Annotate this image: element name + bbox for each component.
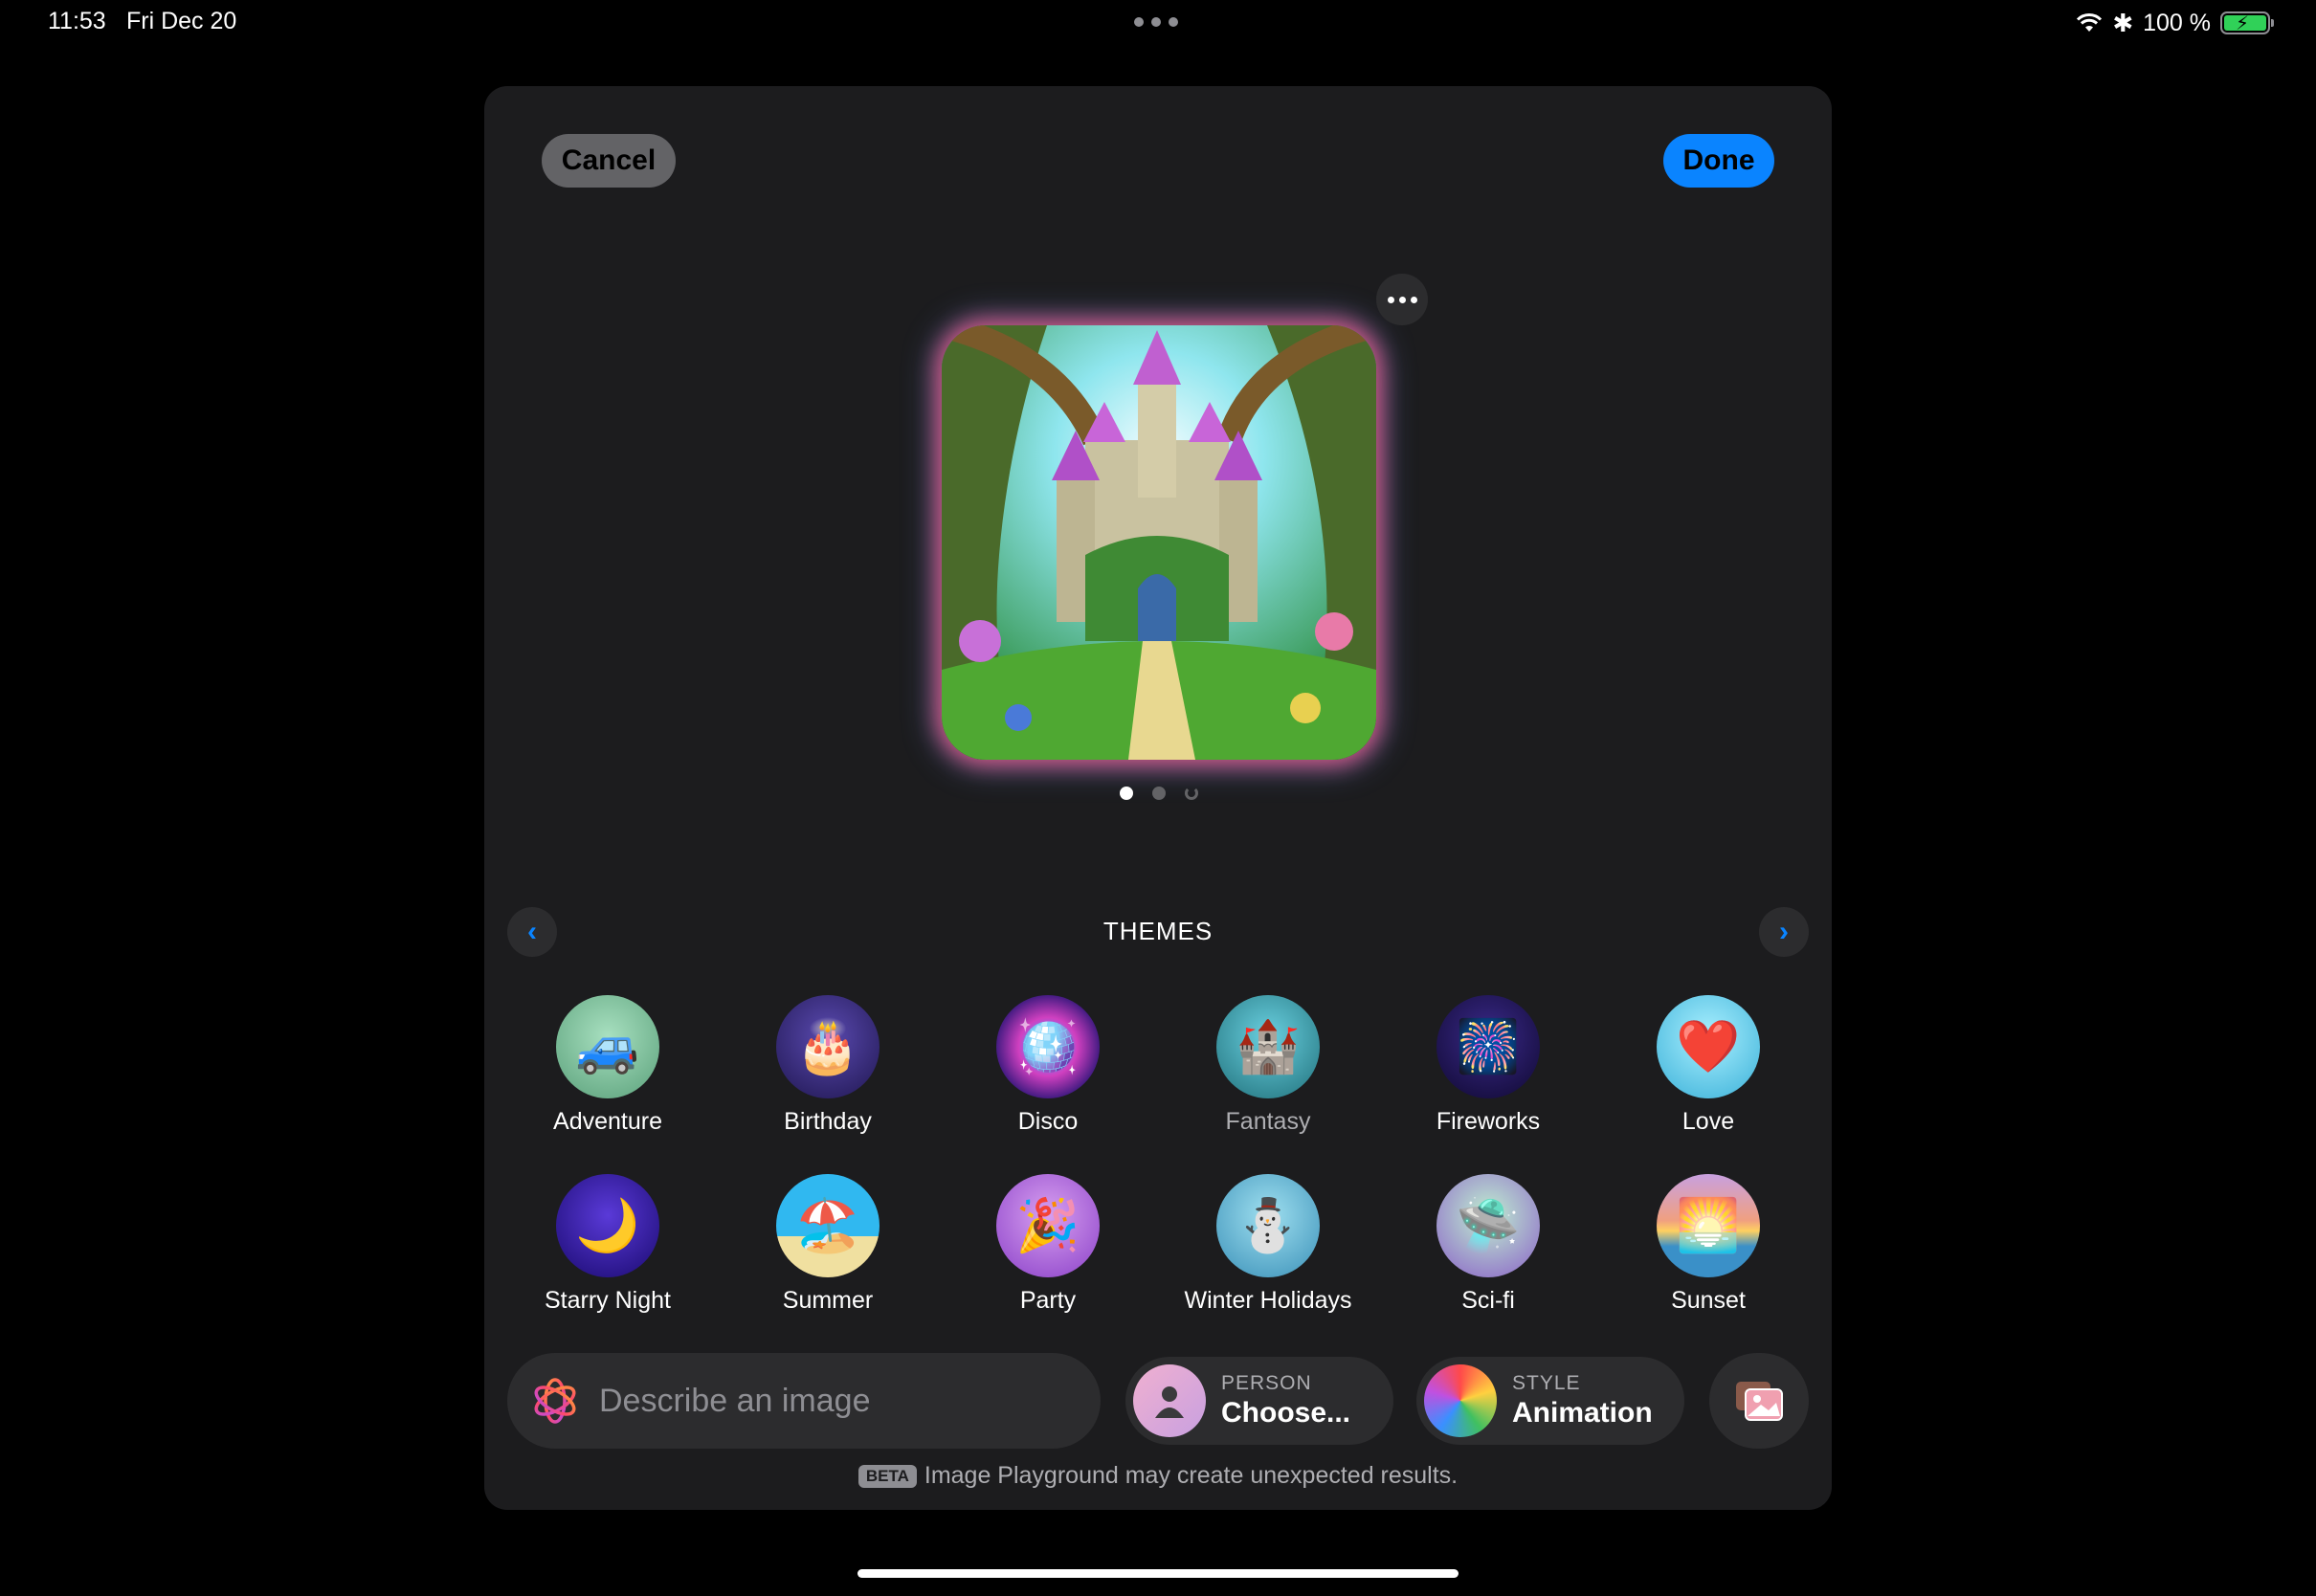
status-indicators: ✱ 100 % ⚡: [2076, 8, 2274, 38]
disclaimer-text: Image Playground may create unexpected r…: [924, 1462, 1459, 1489]
more-options-button[interactable]: [1376, 274, 1428, 325]
disco-ball-icon: 🪩: [996, 995, 1100, 1098]
person-value: Choose...: [1221, 1397, 1351, 1429]
theme-label: Starry Night: [545, 1287, 671, 1314]
describe-image-input[interactable]: Describe an image: [507, 1353, 1101, 1449]
theme-sci-fi[interactable]: 🛸 Sci-fi: [1378, 1174, 1598, 1315]
theme-disco[interactable]: 🪩 Disco: [938, 995, 1158, 1136]
fireworks-icon: 🎆: [1436, 995, 1540, 1098]
status-time: 11:53: [48, 8, 106, 34]
castle-island-icon: 🏰: [1216, 995, 1320, 1098]
theme-adventure[interactable]: 🚙 Adventure: [498, 995, 718, 1136]
photo-gallery-button[interactable]: [1709, 1353, 1809, 1449]
page-dot-2[interactable]: [1152, 787, 1166, 800]
preview-page-indicator[interactable]: [1120, 787, 1198, 800]
theme-label: Fantasy: [1225, 1108, 1311, 1135]
cake-icon: 🎂: [776, 995, 880, 1098]
person-icon: [1133, 1364, 1206, 1437]
heart-balloon-icon: ❤️: [1657, 995, 1760, 1098]
theme-winter-holidays[interactable]: ⛄ Winter Holidays: [1158, 1174, 1378, 1315]
theme-party[interactable]: 🎉 Party: [938, 1174, 1158, 1315]
status-bar: 11:53 Fri Dec 20 ✱ 100 % ⚡: [0, 0, 2316, 46]
battery-charging-icon: ⚡: [2220, 11, 2274, 34]
style-kicker: STYLE: [1512, 1372, 1581, 1394]
bottom-bar: Describe an image PERSON Choose... STYLE…: [507, 1353, 1809, 1449]
beta-badge: BETA: [857, 1464, 917, 1488]
cancel-button[interactable]: Cancel: [542, 134, 676, 188]
moon-stars-icon: 🌙: [556, 1174, 659, 1277]
generated-image-preview[interactable]: [942, 325, 1376, 760]
theme-label: Sunset: [1671, 1287, 1746, 1314]
status-date: Fri Dec 20: [126, 8, 237, 34]
animation-style-icon: [1424, 1364, 1497, 1437]
photos-icon: [1736, 1382, 1783, 1421]
home-indicator[interactable]: [857, 1569, 1459, 1578]
describe-image-placeholder: Describe an image: [599, 1382, 871, 1419]
theme-birthday[interactable]: 🎂 Birthday: [718, 995, 938, 1136]
person-chooser-button[interactable]: PERSON Choose...: [1125, 1357, 1393, 1445]
fantasy-castle-image: [942, 325, 1376, 760]
theme-label: Love: [1681, 1108, 1735, 1135]
battery-percent: 100 %: [2143, 9, 2211, 36]
theme-summer[interactable]: 🏖️ Summer: [718, 1174, 938, 1315]
style-chooser-button[interactable]: STYLE Animation: [1416, 1357, 1684, 1445]
themes-title: THEMES: [1102, 917, 1214, 945]
image-playground-sheet: Cancel Done ‹ THEMES › 🚙 Adventure 🎂 Bir…: [484, 86, 1832, 1510]
theme-label: Winter Holidays: [1184, 1287, 1352, 1314]
theme-label: Disco: [1017, 1108, 1079, 1135]
theme-label: Party: [1019, 1287, 1077, 1314]
theme-label: Fireworks: [1436, 1108, 1541, 1135]
theme-label: Birthday: [784, 1108, 872, 1135]
party-popper-icon: 🎉: [996, 1174, 1100, 1277]
theme-label: Adventure: [553, 1108, 662, 1135]
done-button[interactable]: Done: [1663, 134, 1774, 188]
ufo-icon: 🛸: [1436, 1174, 1540, 1277]
theme-fireworks[interactable]: 🎆 Fireworks: [1378, 995, 1598, 1136]
wifi-icon: [2077, 13, 2103, 32]
sunset-icon: 🌅: [1657, 1174, 1760, 1277]
theme-sunset[interactable]: 🌅 Sunset: [1598, 1174, 1818, 1315]
theme-starry-night[interactable]: 🌙 Starry Night: [498, 1174, 718, 1315]
image-playground-icon: [534, 1378, 576, 1424]
theme-label: Sci-fi: [1461, 1287, 1515, 1314]
person-kicker: PERSON: [1221, 1372, 1312, 1394]
loading-spinner-icon: [1185, 787, 1198, 800]
snowman-icon: ⛄: [1216, 1174, 1320, 1277]
themes-next-button[interactable]: ›: [1759, 907, 1809, 957]
jeep-icon: 🚙: [556, 995, 659, 1098]
bluetooth-icon: ✱: [2112, 8, 2134, 37]
theme-label: Summer: [782, 1287, 874, 1314]
theme-fantasy[interactable]: 🏰 Fantasy: [1158, 995, 1378, 1136]
multitasking-dots-icon[interactable]: [1134, 17, 1182, 29]
themes-grid: 🚙 Adventure 🎂 Birthday 🪩 Disco 🏰 Fantasy…: [484, 995, 1832, 1315]
disclaimer: BETA Image Playground may create unexpec…: [484, 1462, 1832, 1490]
style-value: Animation: [1512, 1397, 1653, 1429]
theme-love[interactable]: ❤️ Love: [1598, 995, 1818, 1136]
page-dot-1[interactable]: [1120, 787, 1133, 800]
beach-chair-icon: 🏖️: [776, 1174, 880, 1277]
